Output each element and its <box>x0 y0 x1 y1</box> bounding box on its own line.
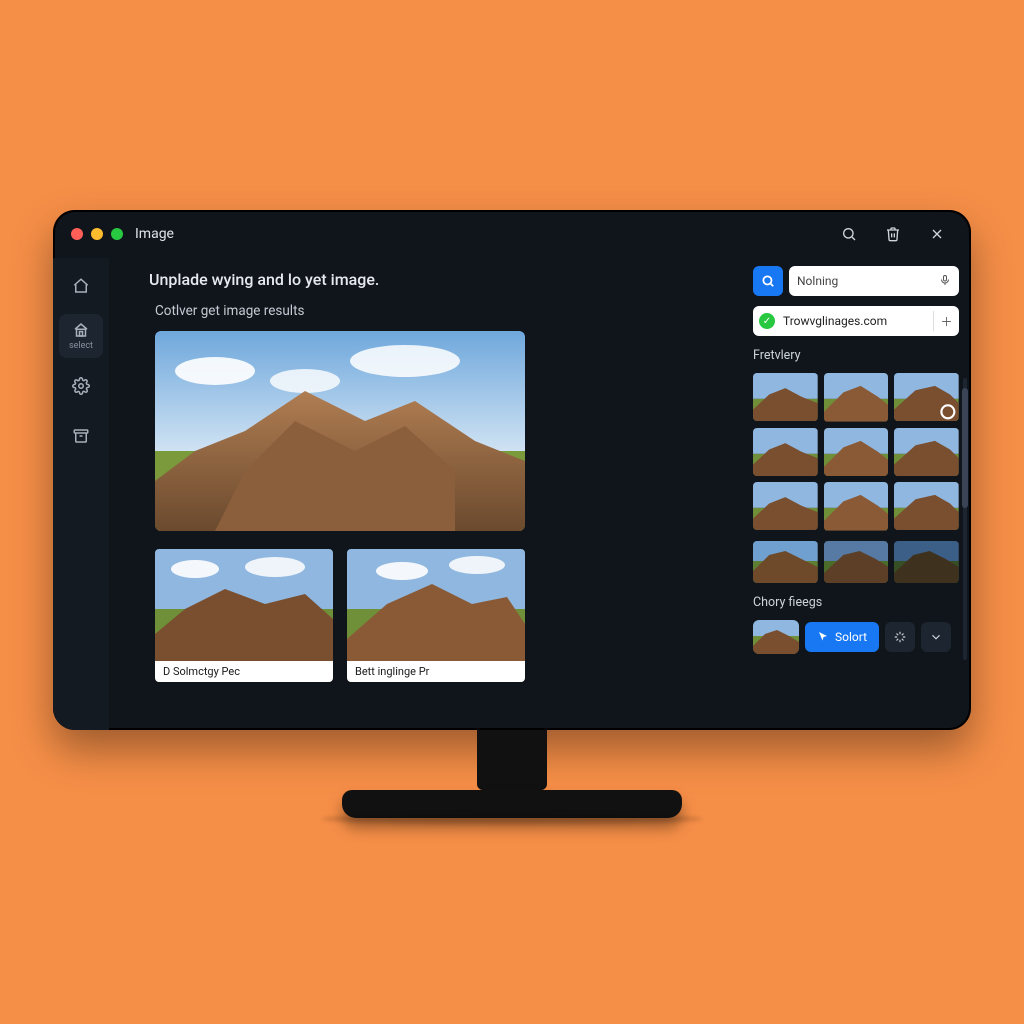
monitor-shadow <box>322 814 702 824</box>
archive-icon <box>72 427 90 445</box>
mic-icon <box>939 274 951 286</box>
search-icon <box>841 226 857 242</box>
result-card-caption: Bett inglinge Pr <box>347 661 525 682</box>
section-label: Fretvlery <box>753 348 959 363</box>
landscape-image-icon <box>824 541 889 583</box>
landscape-image-icon <box>753 373 818 421</box>
delete-button[interactable] <box>877 218 909 250</box>
chevron-down-icon <box>929 630 943 644</box>
select-button-label: Solort <box>835 630 867 644</box>
landscape-image-icon <box>894 428 959 476</box>
sidebar-item-home[interactable] <box>59 264 103 308</box>
landscape-image-icon <box>894 373 959 421</box>
result-card-caption: D Solmctgy Pec <box>155 661 333 682</box>
sparkle-icon <box>893 630 907 644</box>
landscape-image-icon <box>894 482 959 530</box>
hero-image[interactable] <box>155 331 525 531</box>
close-button[interactable] <box>921 218 953 250</box>
section-label: Chory fieegs <box>753 595 959 610</box>
gear-icon <box>72 377 90 395</box>
action-row: Solort <box>753 620 959 654</box>
right-panel: Nolning ✓ Trowvglinages.com ＋ Fretvlery <box>745 258 971 730</box>
thumbnail[interactable] <box>753 373 818 421</box>
search-icon <box>761 274 775 288</box>
cursor-icon <box>817 631 829 643</box>
thumbnail[interactable] <box>824 482 889 531</box>
sidebar-item-label: select <box>69 341 93 351</box>
thumbnail[interactable] <box>824 373 889 422</box>
close-window-button[interactable] <box>71 228 83 240</box>
page-subhead: Cotlver get image results <box>155 303 717 319</box>
landscape-image-icon <box>155 549 333 661</box>
landscape-image-icon <box>347 549 525 661</box>
thumbnail[interactable] <box>753 428 818 476</box>
add-source-button[interactable]: ＋ <box>933 311 953 331</box>
thumbnail[interactable] <box>753 541 818 583</box>
thumbnail[interactable] <box>894 541 959 583</box>
app-window: Image select <box>53 210 971 730</box>
trash-icon <box>885 226 901 242</box>
landscape-image-icon <box>753 428 818 476</box>
source-url-chip[interactable]: ✓ Trowvglinages.com ＋ <box>753 306 959 336</box>
landscape-image-icon <box>155 331 525 531</box>
main-content: Unplade wying and lo yet image. Cotlver … <box>109 258 745 730</box>
monitor-stand-neck <box>477 730 547 790</box>
titlebar: Image <box>53 210 971 258</box>
verified-badge-icon: ✓ <box>759 313 775 329</box>
sidebar: select <box>53 258 109 730</box>
source-url-text: Trowvglinages.com <box>783 314 887 328</box>
mic-button[interactable] <box>939 274 951 289</box>
sidebar-item-settings[interactable] <box>59 364 103 408</box>
submit-search-button[interactable] <box>753 266 783 296</box>
page-headline: Unplade wying and lo yet image. <box>149 270 717 289</box>
search-button[interactable] <box>833 218 865 250</box>
window-controls <box>71 228 123 240</box>
thumbnail-grid <box>753 373 959 531</box>
result-card[interactable]: D Solmctgy Pec <box>155 549 333 682</box>
home-icon <box>72 277 90 295</box>
house-icon <box>72 321 90 339</box>
sidebar-item-archive[interactable] <box>59 414 103 458</box>
landscape-image-icon <box>753 482 818 530</box>
thumbnail[interactable] <box>753 620 799 654</box>
thumbnail[interactable] <box>894 428 959 476</box>
thumbnail[interactable] <box>894 373 959 421</box>
scrollbar-thumb[interactable] <box>962 388 968 508</box>
minimize-window-button[interactable] <box>91 228 103 240</box>
landscape-image-icon <box>824 482 889 531</box>
result-card[interactable]: Bett inglinge Pr <box>347 549 525 682</box>
thumbnail[interactable] <box>824 541 889 583</box>
thumbnail[interactable] <box>753 482 818 530</box>
select-button[interactable]: Solort <box>805 622 879 652</box>
sidebar-item-select[interactable]: select <box>59 314 103 358</box>
settings-small-button[interactable] <box>885 622 915 652</box>
landscape-image-icon <box>824 373 889 422</box>
result-cards-row: D Solmctgy Pec Bett inglinge Pr <box>155 549 717 682</box>
wide-thumbnail-row <box>753 541 959 583</box>
search-input[interactable]: Nolning <box>789 266 959 296</box>
close-icon <box>929 226 945 242</box>
thumbnail[interactable] <box>824 428 889 477</box>
search-input-value: Nolning <box>797 274 933 288</box>
thumbnail[interactable] <box>894 482 959 530</box>
landscape-image-icon <box>894 541 959 583</box>
maximize-window-button[interactable] <box>111 228 123 240</box>
landscape-image-icon <box>753 541 818 583</box>
more-button[interactable] <box>921 622 951 652</box>
window-title: Image <box>135 226 174 242</box>
landscape-image-icon <box>753 620 799 654</box>
landscape-image-icon <box>824 428 889 477</box>
